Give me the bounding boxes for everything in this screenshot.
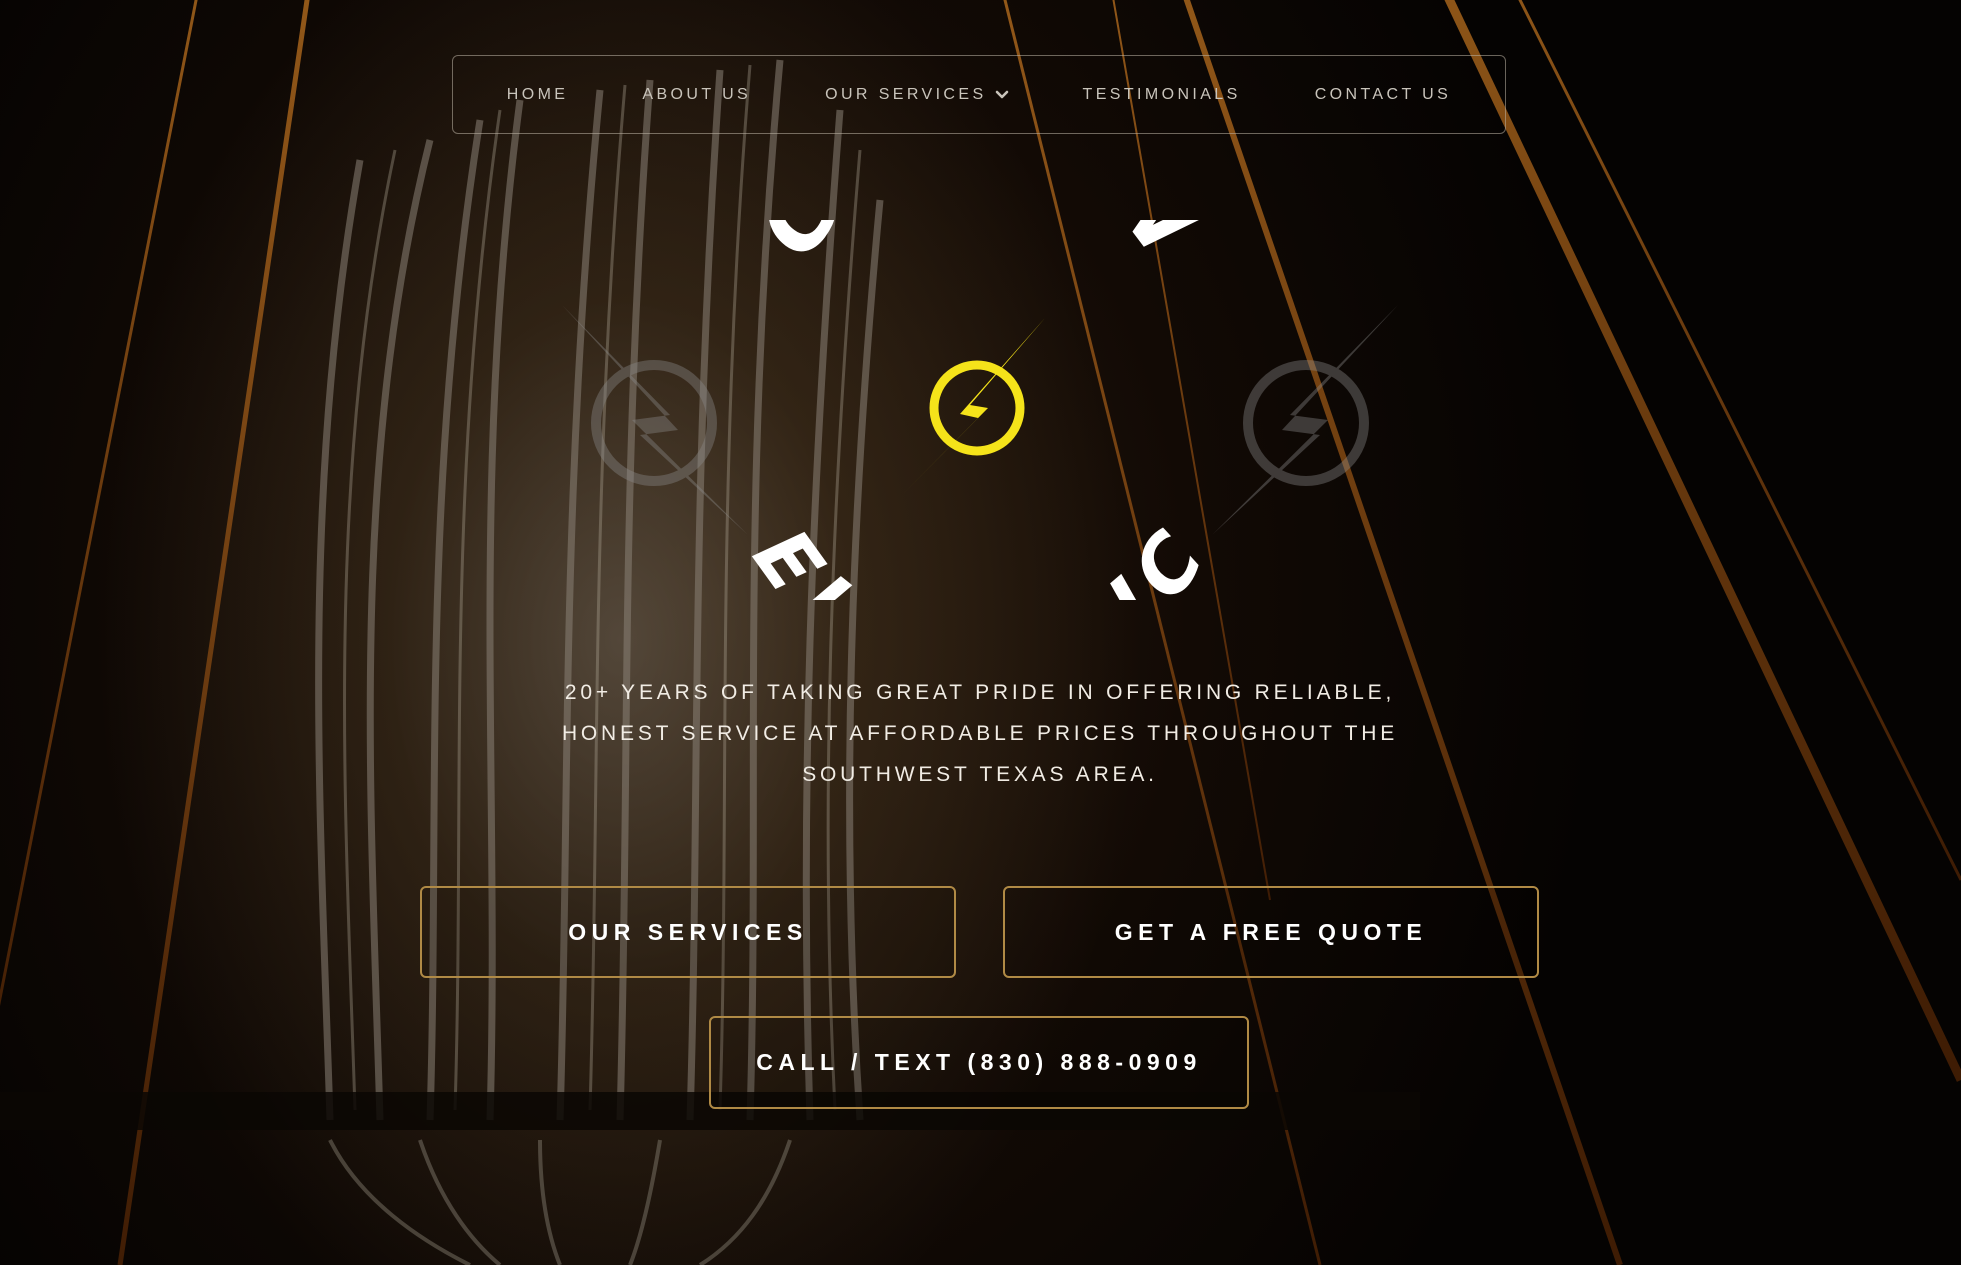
tagline-line-3: SOUTHWEST TEXAS AREA. — [802, 763, 1158, 786]
nav-contact-us[interactable]: CONTACT US — [1315, 86, 1452, 104]
galvan-electric-logo[interactable]: GALVAN ELECTRIC — [540, 220, 1420, 600]
nav-about-us[interactable]: ABOUT US — [642, 86, 751, 104]
right-faded-bolt-icon — [1212, 305, 1398, 535]
nav-our-services-label: OUR SERVICES — [825, 85, 987, 103]
main-nav: HOME ABOUT US OUR SERVICES TESTIMONIALS … — [452, 55, 1506, 134]
logo-bottom-word: ELECTRIC — [735, 513, 1224, 600]
nav-home[interactable]: HOME — [507, 86, 569, 104]
free-quote-button[interactable]: GET A FREE QUOTE — [1003, 886, 1539, 978]
tagline-line-2: HONEST SERVICE AT AFFORDABLE PRICES THRO… — [561, 722, 1399, 745]
nav-testimonials[interactable]: TESTIMONIALS — [1083, 86, 1241, 104]
hero-tagline: 20+ YEARS OF TAKING GREAT PRIDE IN OFFER… — [560, 672, 1400, 795]
our-services-button[interactable]: OUR SERVICES — [420, 886, 956, 978]
hero-section: HOME ABOUT US OUR SERVICES TESTIMONIALS … — [0, 0, 1961, 1265]
tagline-line-1: 20+ YEARS OF TAKING GREAT PRIDE IN OFFER… — [564, 681, 1396, 704]
call-text-button[interactable]: CALL / TEXT (830) 888-0909 — [709, 1016, 1249, 1109]
nav-our-services[interactable]: OUR SERVICES — [825, 86, 1008, 104]
logo-top-word: GALVAN — [737, 220, 1222, 277]
chevron-down-icon — [995, 90, 1009, 100]
lightning-bolt-icon — [902, 318, 1045, 495]
left-faded-bolt-icon — [562, 305, 748, 535]
